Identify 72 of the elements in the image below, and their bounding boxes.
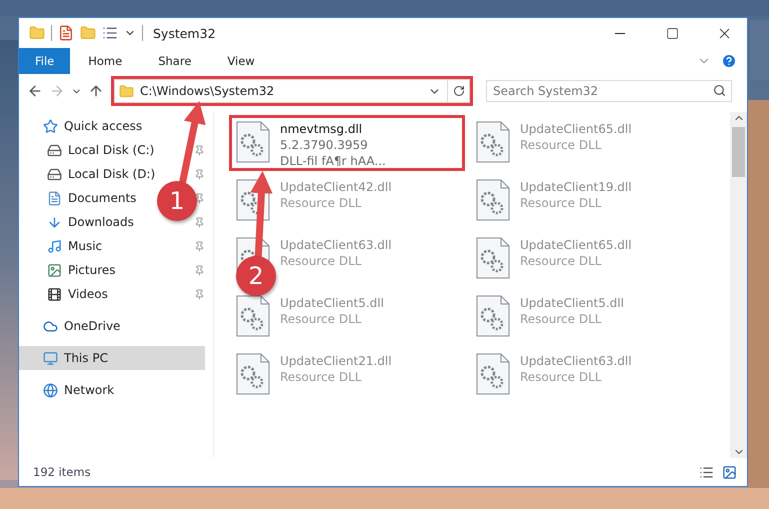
refresh-icon	[452, 85, 464, 97]
file-detail: Resource DLL	[520, 369, 602, 385]
sidebar-item[interactable]: Quick access	[19, 114, 148, 138]
pin-icon[interactable]	[194, 192, 205, 204]
download-arrow-icon	[47, 214, 62, 230]
document-icon	[47, 190, 62, 206]
back-button[interactable]	[27, 83, 43, 99]
sidebar-item[interactable]: Network	[19, 378, 120, 402]
file-detail: Resource DLL	[280, 195, 362, 211]
dll-file-icon	[476, 121, 510, 163]
film-icon	[47, 286, 62, 302]
ribbon-tab[interactable]: Share	[140, 48, 210, 74]
sidebar-item[interactable]: Documents	[19, 186, 142, 210]
dll-file-icon	[236, 121, 270, 163]
sidebar-item[interactable]: Videos	[19, 282, 114, 306]
checklist-icon[interactable]	[58, 25, 74, 41]
folder-icon[interactable]	[80, 25, 96, 41]
help-icon[interactable]	[721, 53, 737, 69]
monitor-icon	[43, 350, 58, 366]
minimize-icon	[615, 32, 625, 34]
picture-icon	[47, 262, 62, 278]
sidebar-item[interactable]: Downloads	[19, 210, 140, 234]
folder-icon	[119, 84, 134, 98]
sidebar-item[interactable]: Music	[19, 234, 108, 258]
file-detail: Resource DLL	[280, 369, 362, 385]
sidebar-item[interactable]: Pictures	[19, 258, 122, 282]
globe-icon	[43, 382, 58, 398]
pin-icon[interactable]	[194, 216, 205, 228]
search-icon	[713, 84, 726, 97]
sidebar-item[interactable]: This PC	[19, 346, 205, 370]
large-icons-view-icon[interactable]	[722, 464, 737, 480]
cloud-icon	[43, 318, 58, 334]
dll-file-icon	[236, 353, 270, 395]
details-view-icon[interactable]	[699, 464, 714, 480]
sidebar-item[interactable]: Local Disk (C:)	[19, 138, 160, 162]
music-note-icon	[47, 238, 62, 254]
pin-icon[interactable]	[194, 240, 205, 252]
forward-button[interactable]	[49, 83, 65, 99]
pin-icon[interactable]	[194, 168, 205, 180]
file-detail: Resource DLL	[280, 311, 362, 327]
dll-file-icon	[476, 237, 510, 279]
search-field[interactable]: Search System32	[486, 80, 732, 102]
file-detail: Resource DLL	[520, 137, 602, 153]
address-bar[interactable]: C:\Windows\System32	[114, 79, 470, 103]
sidebar-item[interactable]: OneDrive	[19, 314, 126, 338]
file-detail: Resource DLL	[520, 195, 602, 211]
star-icon	[43, 118, 58, 134]
file-detail: Resource DLL	[280, 253, 362, 269]
pin-icon[interactable]	[194, 144, 205, 156]
file-detail: Resource DLL	[520, 311, 602, 327]
up-button[interactable]	[88, 83, 104, 99]
dll-file-icon	[236, 295, 270, 337]
scrollbar[interactable]	[730, 112, 747, 458]
window-title: System32	[153, 26, 217, 40]
drive-icon	[47, 142, 62, 158]
ribbon-tab[interactable]: Home	[70, 48, 140, 74]
dll-file-icon	[476, 353, 510, 395]
ribbon-tab[interactable]: View	[209, 48, 273, 74]
properties-icon[interactable]	[102, 25, 118, 41]
dll-file-icon	[476, 179, 510, 221]
pin-icon[interactable]	[194, 264, 205, 276]
scroll-thumb[interactable]	[732, 127, 745, 177]
item-count: 192 items	[33, 465, 92, 479]
drive-icon	[47, 166, 62, 182]
file-detail: Resource DLL	[520, 253, 602, 269]
folder-icon[interactable]	[29, 25, 45, 41]
file-detail: DLL-fil fA¶r hAA...	[280, 153, 386, 169]
pin-icon[interactable]	[194, 288, 205, 300]
maximize-icon	[666, 26, 678, 40]
file-name[interactable]: nmevtmsg.dll	[280, 121, 386, 137]
file-detail: 5.2.3790.3959	[280, 137, 369, 153]
dll-file-icon	[476, 295, 510, 337]
